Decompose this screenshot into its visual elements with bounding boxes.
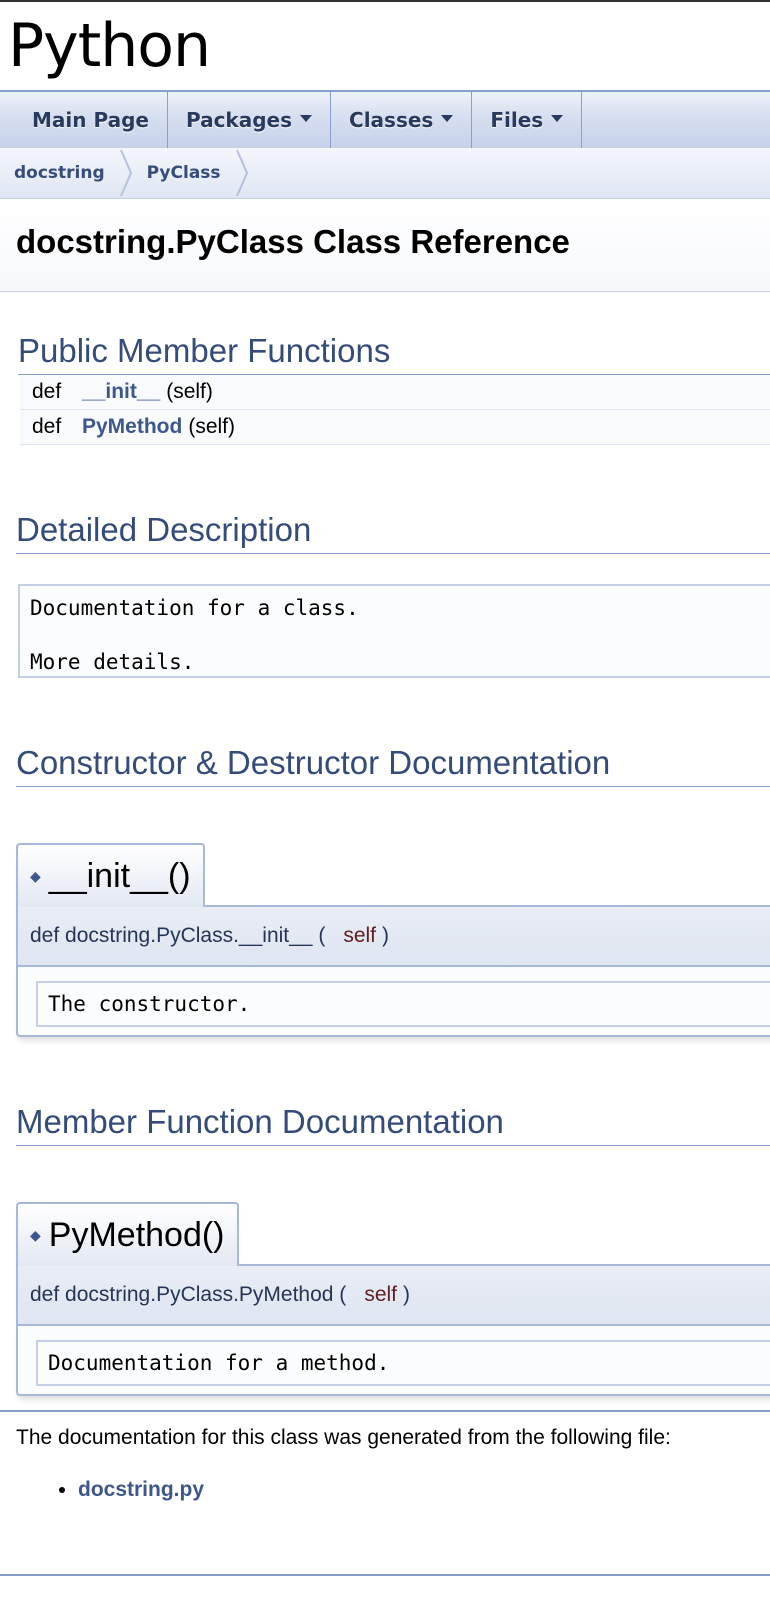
nav-main-page[interactable]: Main Page (0, 92, 168, 148)
breadcrumb: docstring PyClass (0, 148, 770, 199)
diamond-icon: ◆ (30, 867, 41, 884)
diamond-icon: ◆ (30, 1226, 41, 1243)
member-title: ◆ PyMethod() (16, 1202, 239, 1266)
generated-from-text: The documentation for this class was gen… (16, 1426, 671, 1449)
member-doc: Documentation for a method. (16, 1326, 770, 1396)
caret-down-icon (441, 114, 454, 122)
constructor-section: Constructor & Destructor Documentation ◆… (16, 744, 770, 1037)
detailed-description-heading: Detailed Description (16, 511, 770, 554)
nav-classes[interactable]: Classes (331, 92, 473, 148)
keyword: def (32, 380, 62, 403)
caret-down-icon (300, 114, 313, 122)
prototype-close: ) (382, 924, 389, 947)
member-args: (self) (188, 415, 236, 438)
page-title: docstring.PyClass Class Reference (16, 223, 570, 260)
divider (0, 1410, 770, 1412)
member-function-heading: Member Function Documentation (16, 1103, 770, 1146)
member-link-pymethod[interactable]: PyMethod (82, 415, 182, 439)
caret-down-icon (551, 114, 564, 122)
file-link-docstring-py[interactable]: docstring.py (78, 1478, 204, 1501)
prototype-close: ) (403, 1283, 410, 1306)
member-title-text: __init__() (48, 856, 191, 895)
member-args: (self) (166, 380, 213, 403)
member-doc-text: Documentation for a method. (36, 1340, 770, 1386)
keyword: def (32, 415, 62, 438)
member-doc-text: The constructor. (36, 981, 770, 1027)
description-block: Documentation for a class. More details. (18, 584, 770, 678)
nav-classes-label: Classes (349, 108, 434, 132)
table-row: def PyMethod (self) (20, 410, 770, 445)
nav-files[interactable]: Files (472, 92, 583, 148)
page-content: Public Member Functions def __init__ (se… (0, 332, 770, 1502)
member-item-pymethod: ◆ PyMethod() def docstring.PyClass.PyMet… (16, 1202, 770, 1396)
page-header: docstring.PyClass Class Reference (0, 199, 770, 292)
project-title: Python (8, 11, 211, 81)
public-members-section: Public Member Functions def __init__ (se… (16, 332, 770, 445)
prototype-text: def docstring.PyClass.PyMethod ( (30, 1283, 347, 1306)
detailed-description-section: Detailed Description Documentation for a… (16, 511, 770, 678)
breadcrumb-item-pyclass[interactable]: PyClass (133, 148, 235, 198)
member-item-init: ◆ __init__() def docstring.PyClass.__ini… (16, 843, 770, 1037)
member-doc: The constructor. (16, 967, 770, 1037)
member-title: ◆ __init__() (16, 843, 205, 907)
file-list: docstring.py (16, 1478, 770, 1502)
member-title-text: PyMethod() (48, 1215, 225, 1254)
breadcrumb-item-docstring[interactable]: docstring (0, 148, 119, 198)
member-function-section: Member Function Documentation ◆ PyMethod… (16, 1103, 770, 1396)
prototype-text: def docstring.PyClass.__init__ ( (30, 924, 326, 947)
parameter-name: self (343, 924, 376, 947)
member-prototype: def docstring.PyClass.__init__ ( self ) (16, 905, 770, 967)
member-link-init[interactable]: __init__ (82, 380, 160, 404)
nav-packages[interactable]: Packages (168, 92, 332, 148)
navbar: Main Page Packages Classes Files (0, 90, 770, 148)
table-row: def __init__ (self) (20, 375, 770, 410)
member-table: def __init__ (self) def PyMethod (self) (20, 375, 770, 445)
constructor-heading: Constructor & Destructor Documentation (16, 744, 770, 787)
breadcrumb-separator-icon (119, 149, 132, 197)
member-prototype: def docstring.PyClass.PyMethod ( self ) (16, 1264, 770, 1326)
parameter-name: self (364, 1283, 397, 1306)
nav-main-page-label: Main Page (32, 108, 149, 132)
public-members-heading: Public Member Functions (18, 332, 770, 375)
nav-files-label: Files (490, 108, 544, 132)
description-line: More details. (30, 650, 195, 674)
nav-packages-label: Packages (185, 108, 293, 132)
description-line: Documentation for a class. (30, 596, 359, 620)
list-item: docstring.py (78, 1478, 770, 1502)
bottom-divider (0, 1574, 770, 1576)
breadcrumb-separator-icon (235, 149, 248, 197)
